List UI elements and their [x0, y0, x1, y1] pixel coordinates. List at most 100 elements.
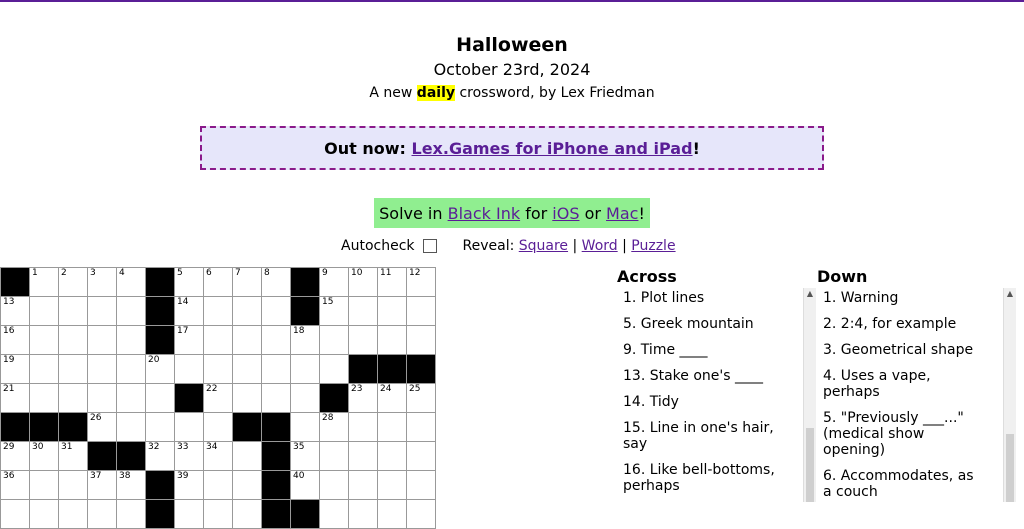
grid-cell[interactable]	[117, 500, 146, 529]
grid-cell[interactable]	[59, 384, 88, 413]
grid-cell[interactable]	[233, 384, 262, 413]
grid-cell[interactable]	[378, 297, 407, 326]
grid-cell[interactable]	[117, 355, 146, 384]
grid-cell[interactable]	[262, 297, 291, 326]
autocheck-checkbox[interactable]	[422, 239, 437, 253]
grid-cell[interactable]	[204, 413, 233, 442]
grid-cell[interactable]	[407, 326, 436, 355]
grid-cell[interactable]	[233, 442, 262, 471]
clue-item[interactable]: 16. Like bell-bottoms, perhaps	[623, 462, 783, 494]
grid-cell[interactable]: 1	[30, 268, 59, 297]
grid-cell[interactable]: 14	[175, 297, 204, 326]
grid-cell[interactable]	[30, 471, 59, 500]
reveal-square-link[interactable]: Square	[519, 238, 568, 254]
grid-cell[interactable]	[349, 500, 378, 529]
clue-item[interactable]: 9. Time ____	[623, 342, 783, 358]
grid-cell[interactable]: 34	[204, 442, 233, 471]
grid-cell[interactable]: 15	[320, 297, 349, 326]
grid-cell[interactable]	[407, 297, 436, 326]
scroll-up-icon[interactable]: ▲	[804, 288, 816, 300]
grid-cell[interactable]	[320, 471, 349, 500]
grid-cell[interactable]	[59, 326, 88, 355]
grid-cell[interactable]: 24	[378, 384, 407, 413]
grid-cell[interactable]	[378, 471, 407, 500]
scroll-up-icon[interactable]: ▲	[1004, 288, 1016, 300]
grid-cell[interactable]	[262, 355, 291, 384]
grid-cell[interactable]: 17	[175, 326, 204, 355]
grid-cell[interactable]	[175, 500, 204, 529]
grid-cell[interactable]: 10	[349, 268, 378, 297]
grid-cell[interactable]	[378, 413, 407, 442]
grid-cell[interactable]: 37	[88, 471, 117, 500]
grid-cell[interactable]	[262, 384, 291, 413]
grid-cell[interactable]: 36	[1, 471, 30, 500]
grid-cell[interactable]: 26	[88, 413, 117, 442]
grid-cell[interactable]: 32	[146, 442, 175, 471]
grid-cell[interactable]	[59, 471, 88, 500]
grid-cell[interactable]	[233, 471, 262, 500]
grid-cell[interactable]	[59, 297, 88, 326]
down-scroll-thumb[interactable]	[1006, 434, 1014, 502]
grid-cell[interactable]	[204, 326, 233, 355]
grid-cell[interactable]	[204, 500, 233, 529]
grid-cell[interactable]	[407, 500, 436, 529]
grid-cell[interactable]: 19	[1, 355, 30, 384]
grid-cell[interactable]	[117, 297, 146, 326]
grid-cell[interactable]	[175, 355, 204, 384]
clue-item[interactable]: 3. Geometrical shape	[823, 342, 983, 358]
grid-cell[interactable]	[30, 500, 59, 529]
grid-cell[interactable]	[117, 413, 146, 442]
grid-cell[interactable]	[233, 326, 262, 355]
grid-cell[interactable]	[146, 413, 175, 442]
grid-cell[interactable]	[30, 297, 59, 326]
clue-item[interactable]: 6. Accommodates, as a couch	[823, 468, 983, 500]
reveal-puzzle-link[interactable]: Puzzle	[631, 238, 675, 254]
grid-cell[interactable]	[1, 500, 30, 529]
grid-cell[interactable]	[378, 442, 407, 471]
lex-games-link[interactable]: Lex.Games for iPhone and iPad	[412, 139, 693, 158]
grid-cell[interactable]: 29	[1, 442, 30, 471]
clue-item[interactable]: 15. Line in one's hair, say	[623, 420, 783, 452]
grid-cell[interactable]	[59, 355, 88, 384]
across-scroll-thumb[interactable]	[806, 428, 814, 502]
grid-cell[interactable]	[349, 471, 378, 500]
grid-cell[interactable]: 6	[204, 268, 233, 297]
grid-cell[interactable]	[320, 326, 349, 355]
grid-cell[interactable]	[349, 413, 378, 442]
grid-cell[interactable]	[349, 297, 378, 326]
grid-cell[interactable]	[349, 326, 378, 355]
grid-cell[interactable]	[175, 413, 204, 442]
clue-item[interactable]: 5. "Previously ___..." (medical show ope…	[823, 410, 983, 458]
down-scrollbar[interactable]: ▲	[1003, 288, 1016, 502]
grid-cell[interactable]	[378, 326, 407, 355]
grid-cell[interactable]: 4	[117, 268, 146, 297]
grid-cell[interactable]: 2	[59, 268, 88, 297]
grid-cell[interactable]: 35	[291, 442, 320, 471]
grid-cell[interactable]	[233, 297, 262, 326]
grid-cell[interactable]	[407, 413, 436, 442]
grid-cell[interactable]: 7	[233, 268, 262, 297]
grid-cell[interactable]	[88, 355, 117, 384]
grid-cell[interactable]	[88, 384, 117, 413]
reveal-word-link[interactable]: Word	[582, 238, 618, 254]
grid-cell[interactable]: 28	[320, 413, 349, 442]
grid-cell[interactable]: 25	[407, 384, 436, 413]
grid-cell[interactable]: 9	[320, 268, 349, 297]
clue-item[interactable]: 14. Tidy	[623, 394, 783, 410]
grid-cell[interactable]	[291, 384, 320, 413]
clue-item[interactable]: 1. Plot lines	[623, 290, 783, 306]
grid-cell[interactable]	[204, 297, 233, 326]
grid-cell[interactable]	[320, 500, 349, 529]
grid-cell[interactable]	[233, 355, 262, 384]
grid-cell[interactable]: 8	[262, 268, 291, 297]
grid-cell[interactable]	[320, 355, 349, 384]
grid-cell[interactable]: 5	[175, 268, 204, 297]
grid-cell[interactable]	[349, 442, 378, 471]
grid-cell[interactable]	[233, 500, 262, 529]
grid-cell[interactable]	[204, 355, 233, 384]
grid-cell[interactable]: 40	[291, 471, 320, 500]
grid-cell[interactable]	[378, 500, 407, 529]
grid-cell[interactable]: 16	[1, 326, 30, 355]
grid-cell[interactable]: 30	[30, 442, 59, 471]
grid-cell[interactable]	[291, 355, 320, 384]
